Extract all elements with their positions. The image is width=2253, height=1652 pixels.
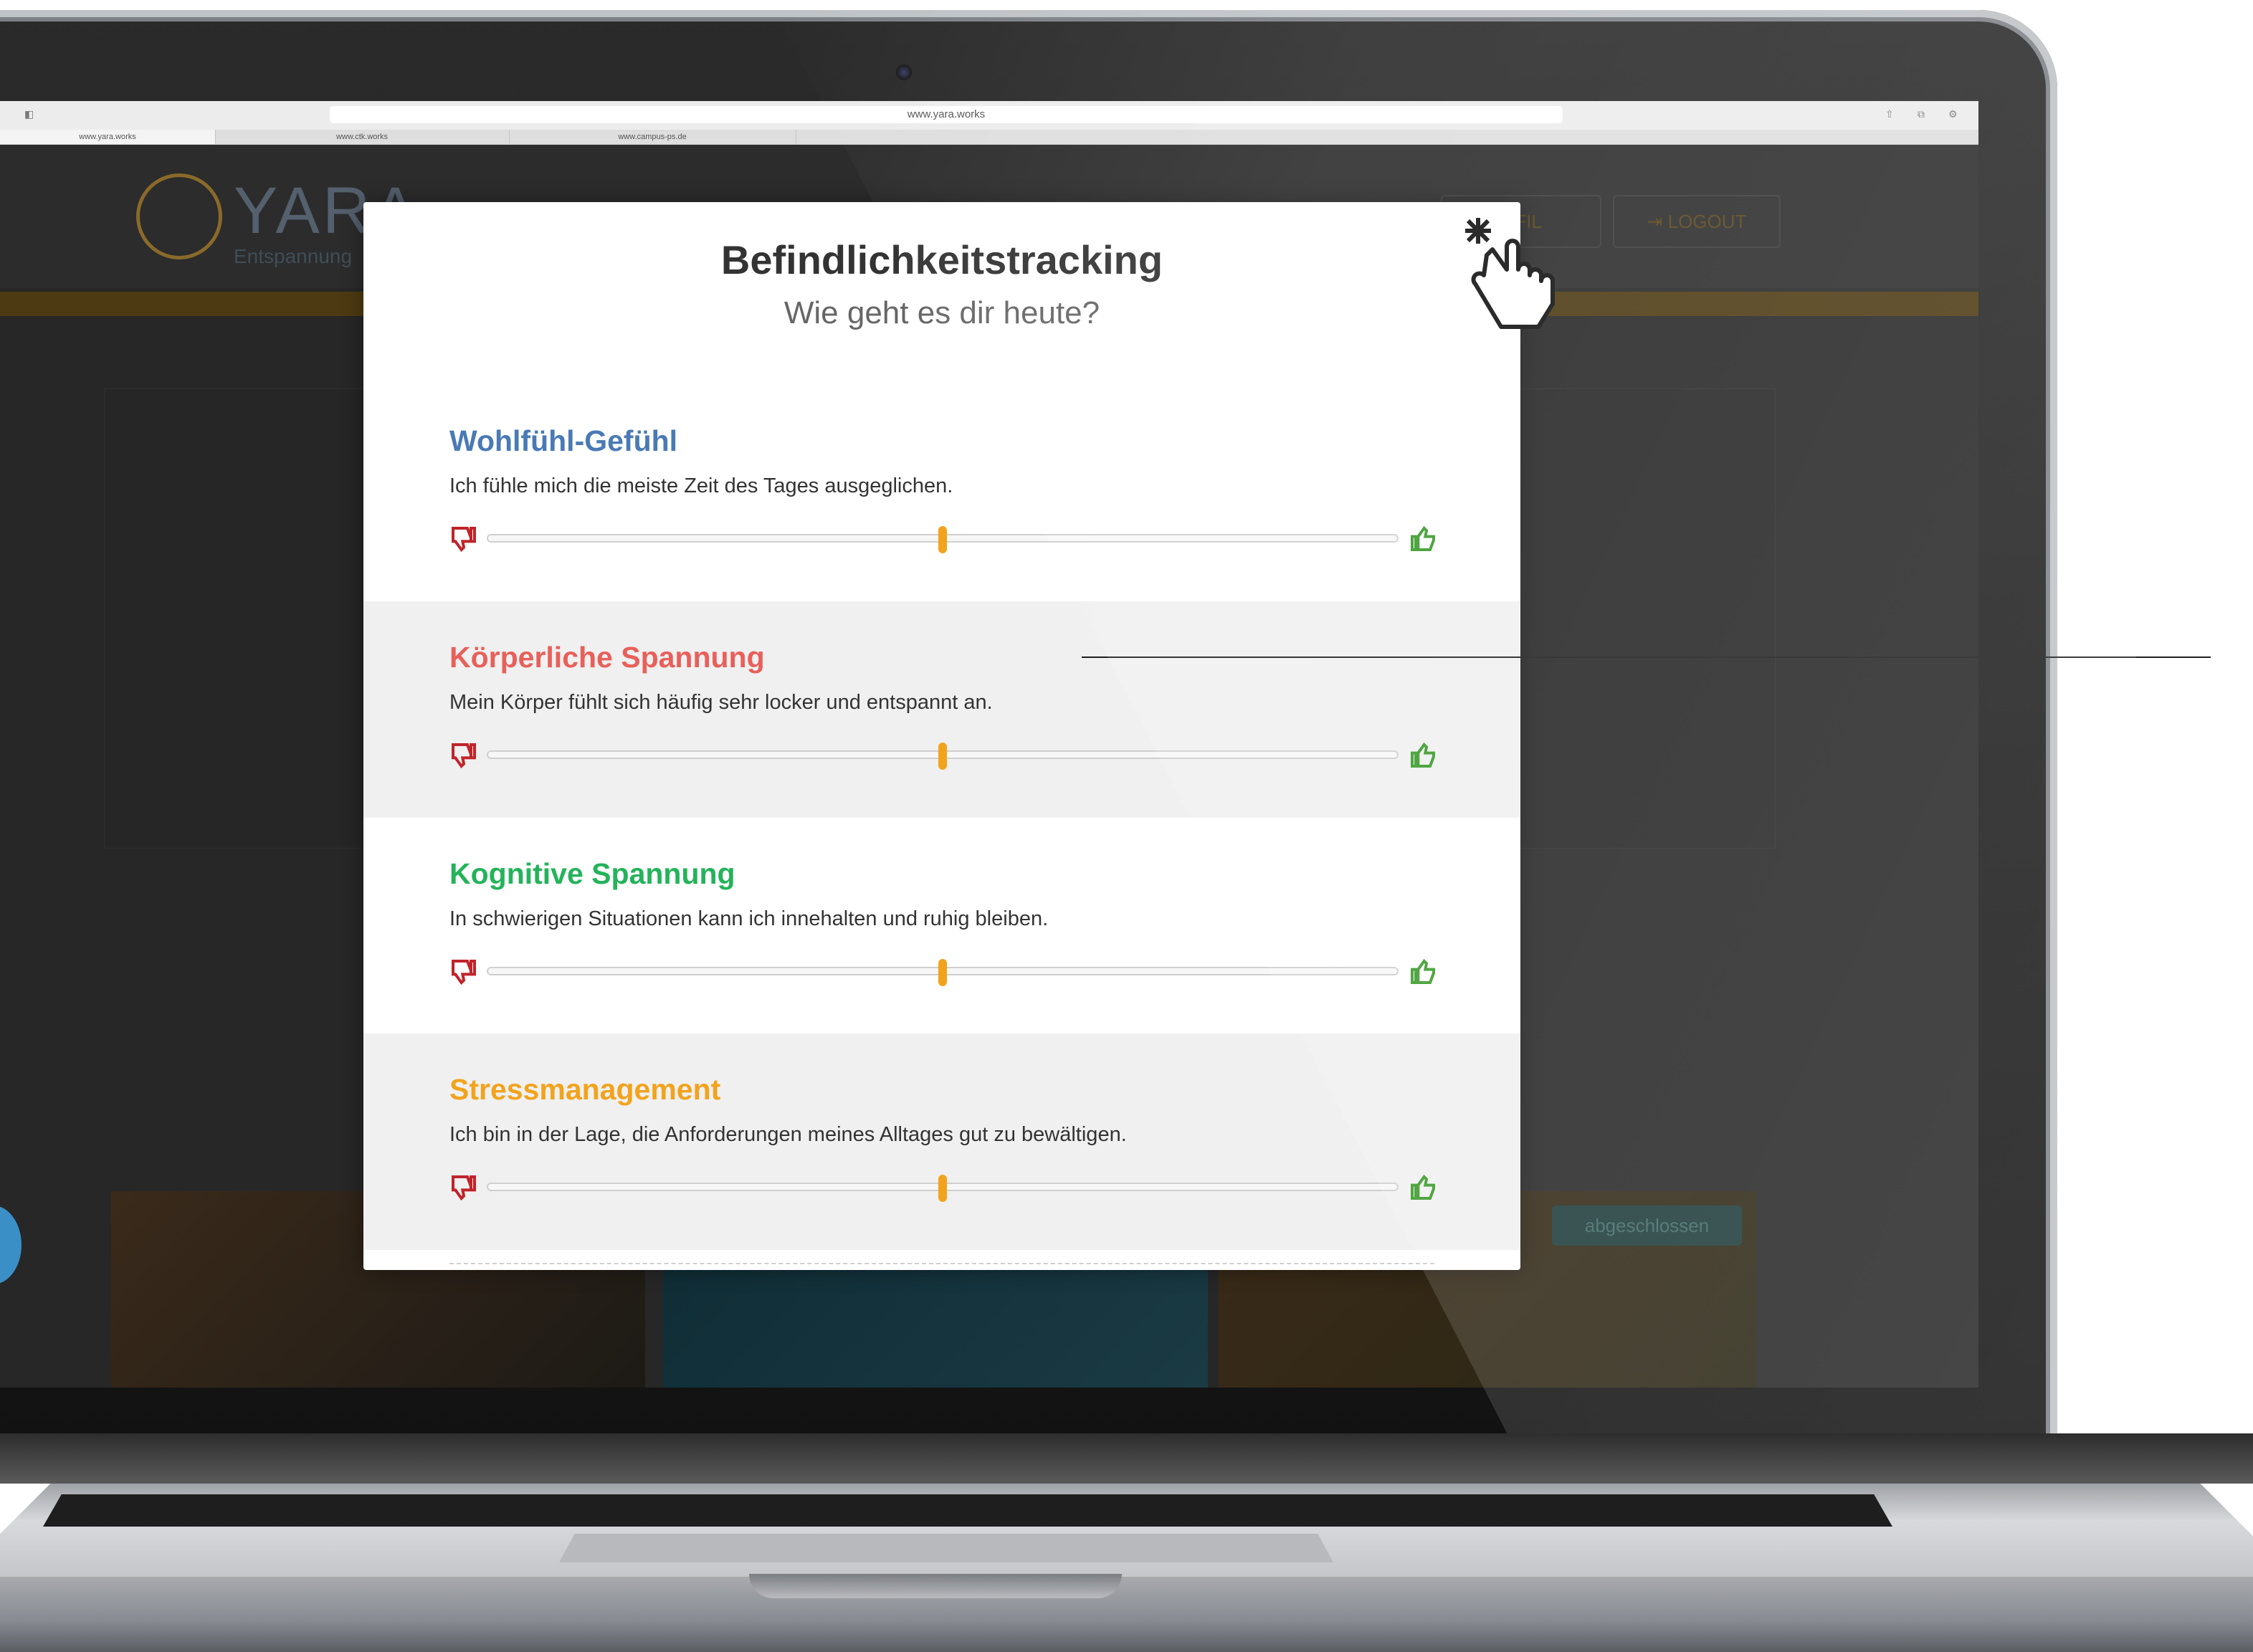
section-title: Kognitive Spannung bbox=[449, 857, 735, 890]
section-text: Ich bin in der Lage, die Anforderungen m… bbox=[449, 1123, 1127, 1146]
thumbs-down-icon[interactable] bbox=[449, 958, 478, 986]
thumbs-down-icon[interactable] bbox=[449, 525, 478, 553]
callout-line bbox=[1082, 656, 2211, 658]
section-text: In schwierigen Situationen kann ich inne… bbox=[449, 907, 1049, 930]
modal-subtitle: Wie geht es dir heute? bbox=[783, 295, 1100, 330]
slider-handle[interactable] bbox=[938, 743, 947, 770]
trackpad bbox=[559, 1534, 1333, 1562]
thumbs-down-icon[interactable] bbox=[449, 741, 478, 770]
url-field[interactable]: www.yara.works bbox=[330, 106, 1563, 123]
rating-slider bbox=[449, 525, 1437, 553]
laptop-front bbox=[0, 1577, 2253, 1652]
section-title: Stressmanagement bbox=[449, 1073, 721, 1106]
logo-subtitle: Entspannung bbox=[234, 245, 353, 267]
section-koerper: Körperliche Spannung Mein Körper fühlt s… bbox=[363, 601, 1520, 818]
completed-button[interactable]: abgeschlossen bbox=[1552, 1205, 1742, 1246]
section-text: Mein Körper fühlt sich häufig sehr locke… bbox=[449, 691, 993, 714]
divider bbox=[449, 1263, 1434, 1264]
browser-toolbar: ◧ www.yara.works ⇧ ⧉ ⚙ bbox=[0, 101, 1978, 130]
section-title: Körperliche Spannung bbox=[449, 641, 765, 674]
thumbs-up-icon[interactable] bbox=[1409, 1173, 1437, 1202]
modal-title: Befindlichkeitstracking bbox=[720, 237, 1163, 282]
sidebar-icon[interactable]: ◧ bbox=[24, 108, 34, 120]
camera bbox=[896, 65, 912, 80]
section-title: Wohlfühl-Gefühl bbox=[449, 424, 678, 457]
slider-track[interactable] bbox=[487, 743, 1399, 770]
slider-handle[interactable] bbox=[938, 526, 947, 553]
tracking-modal: Befindlichkeitstracking Wie geht es dir … bbox=[363, 202, 1520, 1270]
tab-bar: www.yara.works www.ctk.works www.campus-… bbox=[0, 130, 1978, 145]
rating-slider bbox=[449, 958, 1437, 986]
slider-track[interactable] bbox=[487, 1175, 1399, 1202]
rating-slider bbox=[449, 1173, 1437, 1202]
logout-button[interactable]: ⇥ LOGOUT bbox=[1613, 195, 1781, 248]
slider-handle[interactable] bbox=[938, 959, 947, 986]
laptop-hinge bbox=[0, 1433, 2253, 1484]
slider-track[interactable] bbox=[487, 959, 1399, 986]
slider-handle[interactable] bbox=[938, 1175, 947, 1202]
tab-ctk[interactable]: www.ctk.works bbox=[215, 130, 510, 144]
section-stress: Stressmanagement Ich bin in der Lage, di… bbox=[363, 1033, 1520, 1250]
settings-icon[interactable]: ⚙ bbox=[1948, 108, 1958, 120]
share-icon[interactable]: ⇧ bbox=[1885, 108, 1894, 120]
thumbs-down-icon[interactable] bbox=[449, 1173, 478, 1202]
logout-icon: ⇥ bbox=[1647, 211, 1668, 232]
logout-button-label: LOGOUT bbox=[1667, 211, 1747, 232]
thumbs-up-icon[interactable] bbox=[1409, 525, 1437, 553]
thumbs-up-icon[interactable] bbox=[1409, 741, 1437, 770]
logo-icon bbox=[136, 173, 222, 259]
slider-track[interactable] bbox=[487, 526, 1399, 553]
tab-campus[interactable]: www.campus-ps.de bbox=[509, 130, 796, 144]
side-action-button[interactable] bbox=[0, 1205, 22, 1284]
tabs-icon[interactable]: ⧉ bbox=[1918, 108, 1925, 120]
section-kognitiv: Kognitive Spannung In schwierigen Situat… bbox=[363, 818, 1520, 1034]
tab-yara[interactable]: www.yara.works bbox=[0, 130, 216, 144]
thumbs-up-icon[interactable] bbox=[1409, 958, 1437, 986]
keyboard bbox=[43, 1494, 1892, 1527]
rating-slider bbox=[449, 741, 1437, 770]
laptop-notch bbox=[749, 1574, 1122, 1598]
cursor-hand-icon[interactable] bbox=[1455, 212, 1570, 334]
section-wohlfuehl: Wohlfühl-Gefühl Ich fühle mich die meist… bbox=[363, 385, 1520, 601]
section-text: Ich fühle mich die meiste Zeit des Tages… bbox=[449, 474, 953, 497]
